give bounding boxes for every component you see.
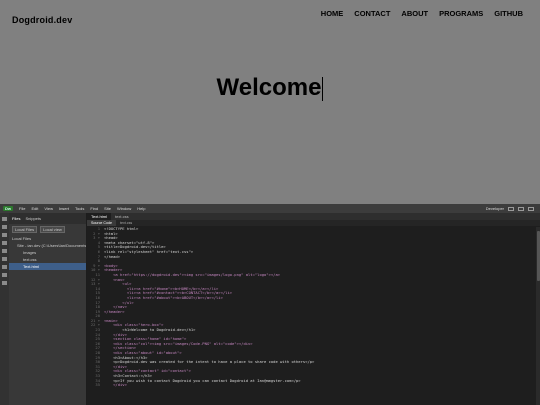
workspace-switcher[interactable]: Developer	[486, 206, 504, 211]
code-text: </div>	[104, 382, 127, 388]
site-nav: HOME CONTACT ABOUT PROGRAMS GITHUB	[321, 9, 523, 18]
files-toolbar: Local Files Local view	[9, 224, 86, 235]
maximize-button[interactable]	[518, 206, 524, 211]
view-select[interactable]: Local view	[40, 226, 65, 233]
close-button[interactable]	[528, 206, 534, 211]
indent-icon[interactable]	[2, 273, 7, 277]
text-cursor	[322, 76, 324, 101]
related-source-code[interactable]: Source Code	[87, 220, 116, 226]
file-tree-text-html[interactable]: Text.html	[9, 263, 86, 270]
tab-snippets[interactable]: Snippets	[25, 216, 41, 221]
line-number: 35	[95, 382, 100, 388]
menu-view[interactable]: View	[44, 206, 53, 211]
minimize-button[interactable]	[508, 206, 514, 211]
nav-programs-link[interactable]: PROGRAMS	[439, 9, 483, 18]
tab-text-html[interactable]: Text.html	[87, 213, 112, 220]
code-editor-window: Dw File Edit View Insert Tools Find Site…	[0, 204, 540, 405]
files-panel: Files Snippets Local Files Local view Lo…	[9, 213, 87, 405]
menu-window[interactable]: Window	[117, 206, 131, 211]
menu-tools[interactable]: Tools	[75, 206, 84, 211]
menu-bar: Dw File Edit View Insert Tools Find Site…	[0, 204, 540, 213]
menu-find[interactable]: Find	[90, 206, 98, 211]
format-icon[interactable]	[2, 249, 7, 253]
file-tree-images-folder[interactable]: Images	[9, 249, 86, 256]
site-select[interactable]: Local Files	[12, 226, 38, 233]
tab-files[interactable]: Files	[12, 216, 20, 221]
menu-file[interactable]: File	[19, 206, 25, 211]
hero-heading: Welcome	[216, 74, 324, 101]
menu-help[interactable]: Help	[137, 206, 145, 211]
document-tabs: Text.html text.css	[87, 213, 540, 220]
file-tree-text-css[interactable]: text.css	[9, 256, 86, 263]
related-files-bar: Source Code text.css	[87, 220, 540, 226]
tab-text-css[interactable]: text.css	[111, 213, 133, 220]
wrap-tag-icon[interactable]	[2, 257, 7, 261]
website-preview: Dogdroid.dev HOME CONTACT ABOUT PROGRAMS…	[0, 0, 540, 204]
menu-site[interactable]: Site	[104, 206, 111, 211]
vertical-scrollbar[interactable]	[536, 227, 540, 405]
file-tree-root[interactable]: Local Files	[9, 235, 86, 242]
site-logo[interactable]: Dogdroid.dev	[12, 15, 72, 25]
window-controls: Developer	[486, 206, 540, 211]
related-text-css[interactable]: text.css	[116, 220, 136, 226]
file-management-icon[interactable]	[2, 225, 7, 229]
menu-insert[interactable]: Insert	[59, 206, 69, 211]
code-text: <p>Dogdroid.dev was created for the inte…	[104, 359, 315, 365]
nav-contact-link[interactable]: CONTACT	[354, 9, 390, 18]
code-text: <p>If you wish to contact Dogdroid you c…	[104, 377, 301, 383]
menu-edit[interactable]: Edit	[31, 206, 38, 211]
nav-home-link[interactable]: HOME	[321, 9, 344, 18]
file-tree-site[interactable]: Site - ian.dev (C:\Users\Ian\Documents\.…	[9, 242, 86, 249]
files-panel-tabs: Files Snippets	[9, 213, 86, 224]
code-area[interactable]: 1 <!DOCTYPE html> 2 ▾ <html> 3 ▾ <head> 4 <meta…	[87, 227, 540, 405]
nav-about-link[interactable]: ABOUT	[401, 9, 428, 18]
open-document-icon[interactable]	[2, 217, 7, 221]
code-view-icon[interactable]	[2, 241, 7, 245]
code-editor: Text.html text.css Source Code text.css …	[87, 213, 540, 405]
comment-icon[interactable]	[2, 265, 7, 269]
code-text: </header>	[104, 308, 125, 314]
code-text: </head>	[104, 253, 121, 259]
scrollbar-thumb[interactable]	[536, 231, 540, 281]
live-view-icon[interactable]	[2, 233, 7, 237]
code-text: <a href="https://dogdroid.dev"><img src=…	[104, 271, 281, 277]
more-tools-icon[interactable]	[2, 281, 7, 285]
code-line[interactable]: 35 </div>	[87, 383, 540, 388]
app-icon: Dw	[3, 206, 13, 211]
nav-github-link[interactable]: GITHUB	[494, 9, 523, 18]
